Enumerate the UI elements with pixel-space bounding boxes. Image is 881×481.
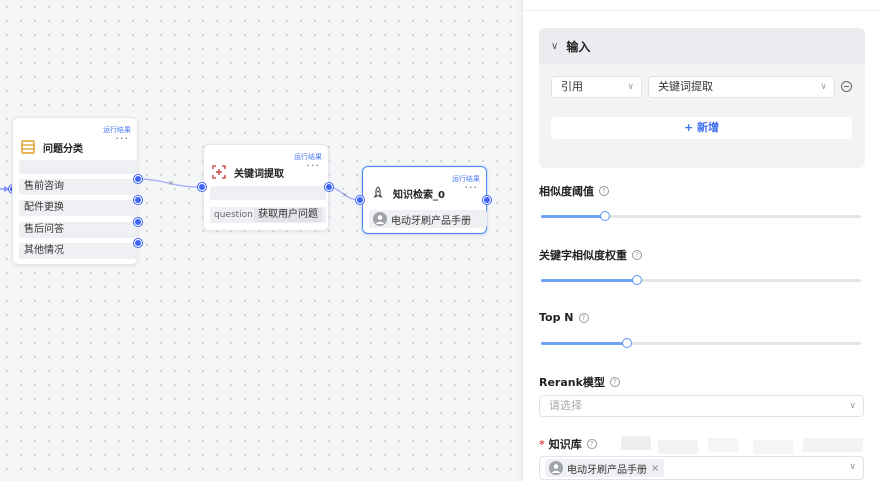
node-header: 问题分类 <box>21 136 83 158</box>
knowledge-base-label: * 知识库 ? <box>539 436 597 452</box>
category-output-port[interactable] <box>134 239 142 247</box>
category-output-port[interactable] <box>134 196 142 204</box>
slider-handle[interactable] <box>600 211 610 221</box>
workflow-canvas[interactable]: × × 运行结果 ··· 问题分类 售前咨询 配件更换 售后问答 其他情况 运行… <box>0 0 522 481</box>
knowledge-base-tag[interactable]: 电动牙刷产品手册 × <box>545 459 665 477</box>
keyword-weight-slider[interactable] <box>541 275 861 285</box>
node-knowledge-retrieval[interactable]: 运行结果 ··· 知识检索_0 电动牙刷产品手册 <box>362 166 487 234</box>
more-menu-icon[interactable]: ··· <box>465 182 479 193</box>
obscured-region <box>708 438 738 452</box>
chevron-down-icon: ∨ <box>849 401 856 411</box>
keyword-input-port[interactable] <box>198 183 206 191</box>
slider-handle[interactable] <box>632 275 642 285</box>
ref-type-select[interactable]: 引用 ∨ <box>551 76 642 98</box>
edge-x-mark-1: × <box>168 179 174 187</box>
rerank-model-label: Rerank模型 ? <box>539 374 620 390</box>
help-icon[interactable]: ? <box>609 377 620 387</box>
slider-fill <box>541 342 628 345</box>
param-label: question <box>214 210 253 220</box>
remove-circle-icon[interactable] <box>841 81 852 92</box>
field-label-text: 关键字相似度权重 <box>539 249 627 262</box>
category-row[interactable]: 售后问答 <box>19 222 138 238</box>
param-value: 获取用户问题 <box>254 208 322 222</box>
node-input-bar[interactable] <box>19 160 138 174</box>
top-n-label: Top N ? <box>539 311 589 324</box>
ref-type-value: 引用 <box>561 80 583 93</box>
input-section-title: 输入 <box>566 39 591 54</box>
keyword-weight-label: 关键字相似度权重 ? <box>539 247 642 263</box>
chevron-down-icon: ∨ <box>627 82 634 92</box>
node-title: 知识检索_0 <box>393 189 445 201</box>
node-input-bar[interactable] <box>210 186 326 200</box>
field-label-text: 相似度阈值 <box>539 185 594 198</box>
help-icon[interactable]: ? <box>599 186 609 196</box>
knowledge-base-row[interactable]: 电动牙刷产品手册 <box>369 210 487 228</box>
slider-fill <box>541 279 637 282</box>
knowledge-input-port[interactable] <box>356 196 364 204</box>
slider-fill <box>541 215 605 218</box>
field-label-text: 知识库 <box>548 438 582 451</box>
top-n-slider[interactable] <box>541 338 861 348</box>
obscured-region <box>621 436 651 450</box>
input-section-header[interactable]: ∨ 输入 <box>539 28 865 64</box>
keyword-output-port[interactable] <box>325 183 333 191</box>
edge-x-mark-2: × <box>342 191 348 199</box>
param-row[interactable]: question 获取用户问题 <box>210 207 326 223</box>
similarity-threshold-slider[interactable] <box>541 211 861 221</box>
close-icon[interactable]: × <box>651 463 659 474</box>
avatar-icon <box>549 461 563 475</box>
knowledge-base-name: 电动牙刷产品手册 <box>391 215 471 227</box>
help-icon[interactable]: ? <box>632 250 642 260</box>
node-keyword-extract[interactable]: 运行结果 ··· 关键词提取 question 获取用户问题 <box>203 144 329 231</box>
node-title: 问题分类 <box>43 143 83 155</box>
avatar-icon <box>373 212 387 226</box>
rerank-model-select[interactable]: 请选择 ∨ <box>539 395 864 417</box>
more-menu-icon[interactable]: ··· <box>116 133 130 144</box>
obscured-region <box>753 440 793 454</box>
required-mark: * <box>539 437 545 451</box>
obscured-region <box>658 440 698 454</box>
add-input-button[interactable]: + 新增 <box>551 117 852 139</box>
rocket-icon <box>373 186 383 198</box>
edge-keyword-knowledge <box>327 186 360 201</box>
obscured-region <box>803 438 863 452</box>
chevron-down-icon[interactable]: ∨ <box>551 41 558 52</box>
node-config-panel: ∨ 输入 引用 ∨ 关键词提取 ∨ + 新增 相似度阈值 ? 关键字相似度权重 … <box>522 0 881 481</box>
keyword-extract-icon <box>212 165 226 179</box>
chevron-down-icon: ∨ <box>820 82 827 92</box>
edge-classify-keyword <box>136 178 202 188</box>
field-label-text: Rerank模型 <box>539 376 605 389</box>
node-question-classify[interactable]: 运行结果 ··· 问题分类 售前咨询 配件更换 售后问答 其他情况 <box>12 117 138 265</box>
input-section: ∨ 输入 引用 ∨ 关键词提取 ∨ + 新增 <box>539 28 865 168</box>
category-row[interactable]: 配件更换 <box>19 200 138 216</box>
ref-source-select[interactable]: 关键词提取 ∨ <box>648 76 835 98</box>
help-icon[interactable]: ? <box>586 439 597 449</box>
help-icon[interactable]: ? <box>578 312 589 323</box>
panel-divider <box>523 10 881 11</box>
chevron-down-icon: ∨ <box>849 462 856 472</box>
slider-handle[interactable] <box>622 338 633 348</box>
node-title: 关键词提取 <box>234 168 284 180</box>
knowledge-output-port[interactable] <box>483 196 491 204</box>
knowledge-base-tag-label: 电动牙刷产品手册 <box>567 464 647 476</box>
field-label-text: Top N <box>539 311 574 324</box>
category-row[interactable]: 售前咨询 <box>19 179 138 195</box>
category-row[interactable]: 其他情况 <box>19 243 138 259</box>
node-header: 知识检索_0 <box>371 182 445 204</box>
node-header: 关键词提取 <box>212 161 284 183</box>
rerank-placeholder: 请选择 <box>549 399 582 412</box>
category-output-port[interactable] <box>134 175 142 183</box>
category-output-port[interactable] <box>134 218 142 226</box>
similarity-threshold-label: 相似度阈值 ? <box>539 183 609 199</box>
classify-list-icon <box>21 140 35 154</box>
ref-source-value: 关键词提取 <box>658 80 713 93</box>
more-menu-icon[interactable]: ··· <box>307 160 321 171</box>
